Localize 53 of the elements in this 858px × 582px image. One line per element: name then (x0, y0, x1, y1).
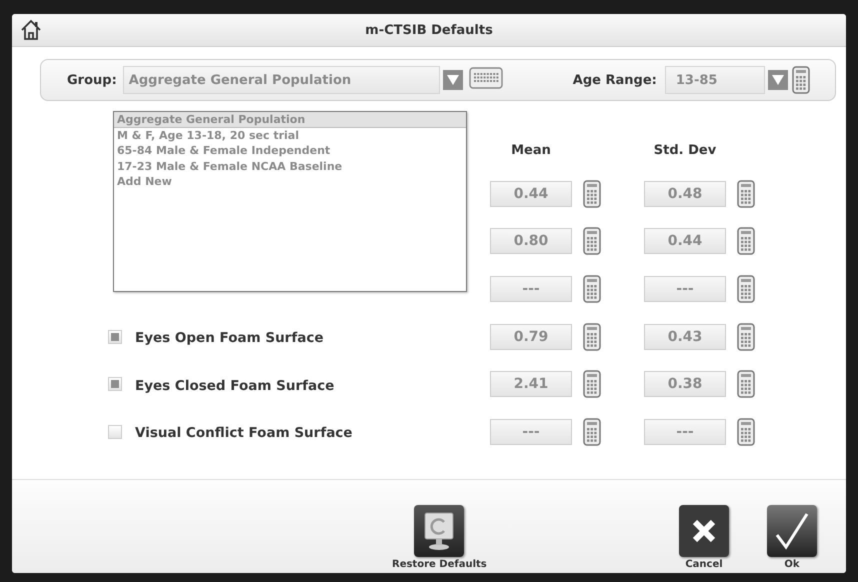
dropdown-option[interactable]: 17-23 Male & Female NCAA Baseline (114, 158, 466, 174)
mean-field[interactable]: 0.80 (490, 228, 572, 254)
caret-icon[interactable] (772, 75, 784, 85)
checkbox[interactable] (108, 377, 122, 392)
calculator-icon[interactable] (737, 418, 755, 446)
mean-field[interactable]: --- (490, 418, 572, 445)
keyboard-icon[interactable] (468, 67, 503, 89)
group-dropdown[interactable]: Aggregate General Population (122, 66, 440, 94)
calculator-icon[interactable] (737, 322, 755, 351)
monitor-icon[interactable] (422, 510, 456, 552)
restore-button[interactable]: Restore Defaults (392, 505, 487, 570)
std-dev-field[interactable]: 0.38 (644, 371, 726, 398)
condition-label: Eyes Open Foam Surface (135, 330, 324, 346)
group-label: Group: (67, 72, 117, 88)
calculator-icon[interactable] (737, 180, 755, 208)
window-title: m-CTSIB Defaults (365, 22, 493, 38)
calculator-icon[interactable] (583, 274, 601, 303)
close-icon[interactable] (691, 518, 717, 544)
mean-field[interactable]: --- (490, 276, 572, 302)
checkmark-icon[interactable] (774, 511, 810, 551)
mean-field[interactable]: 0.79 (490, 324, 572, 350)
calculator-icon[interactable] (583, 322, 601, 351)
condition-label: Eyes Closed Foam Surface (135, 378, 334, 394)
std-dev-field[interactable]: 0.48 (644, 180, 726, 207)
age-range-dropdown[interactable]: 13-85 (664, 66, 765, 94)
calculator-icon[interactable] (792, 66, 810, 94)
home-icon[interactable] (20, 19, 42, 41)
std-dev-field[interactable]: 0.43 (644, 324, 726, 350)
dropdown-option[interactable]: M & F, Age 13-18, 20 sec trial (114, 128, 466, 143)
checkbox[interactable] (108, 424, 122, 439)
std-dev-field[interactable]: --- (644, 276, 726, 302)
calculator-icon[interactable] (737, 370, 755, 398)
checkbox[interactable] (108, 330, 122, 344)
mean-field[interactable]: 2.41 (490, 371, 572, 398)
calculator-icon[interactable] (583, 418, 601, 446)
std-dev-field[interactable]: --- (644, 418, 726, 445)
dropdown-option[interactable]: Aggregate General Population (114, 112, 466, 128)
dropdown-option[interactable]: Add New (114, 174, 466, 190)
std-dev-field[interactable]: 0.44 (644, 228, 726, 254)
column-header: Mean (510, 143, 552, 160)
column-header: Std. Dev (652, 143, 718, 160)
calculator-icon[interactable] (583, 227, 601, 256)
dropdown-option[interactable]: 65-84 Male & Female Independent (114, 143, 466, 158)
condition-label: Visual Conflict Foam Surface (135, 425, 352, 442)
caret-icon[interactable] (446, 75, 459, 85)
calculator-icon[interactable] (583, 180, 601, 208)
calculator-icon[interactable] (583, 370, 601, 398)
dropdown-button[interactable] (768, 70, 788, 90)
calculator-icon[interactable] (737, 227, 755, 256)
dropdown-button[interactable] (442, 70, 463, 90)
mean-field[interactable]: 0.44 (490, 180, 572, 207)
age-range-label: Age Range: (572, 72, 657, 88)
calculator-icon[interactable] (737, 274, 755, 303)
